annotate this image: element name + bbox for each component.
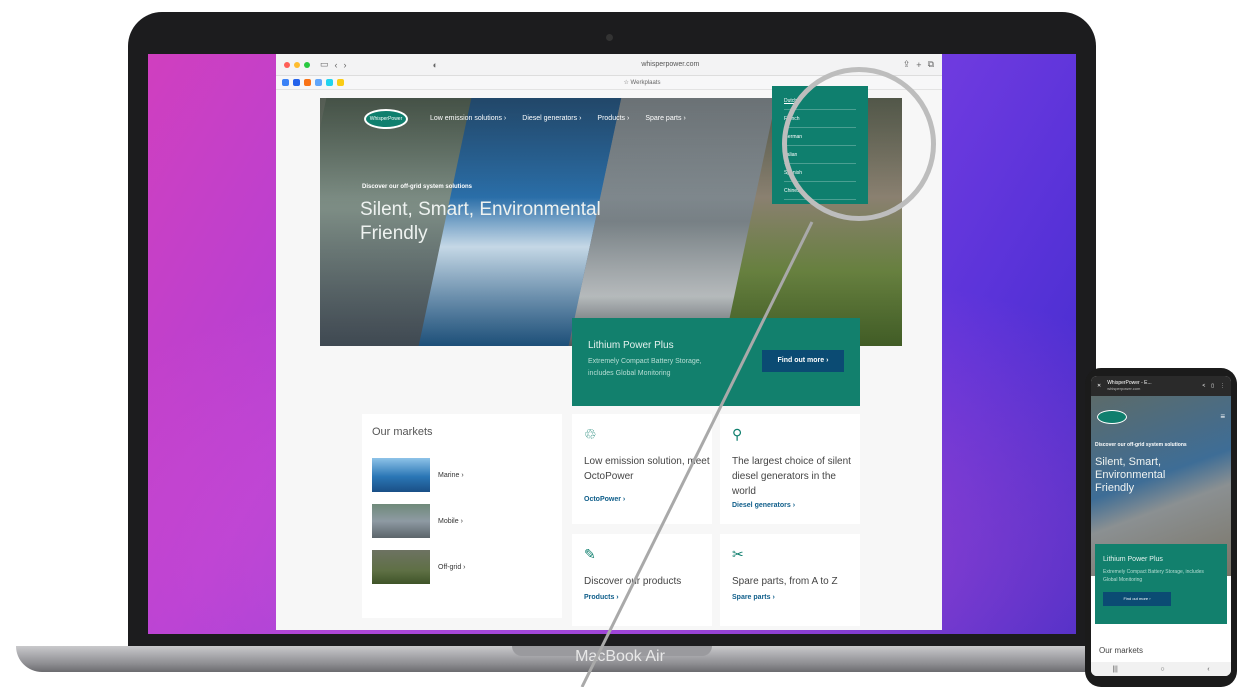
callout-line	[580, 221, 814, 687]
device-mockup: { "browser": { "url": "whisperpower.com"…	[0, 0, 1237, 687]
callout-pointer	[580, 221, 814, 687]
